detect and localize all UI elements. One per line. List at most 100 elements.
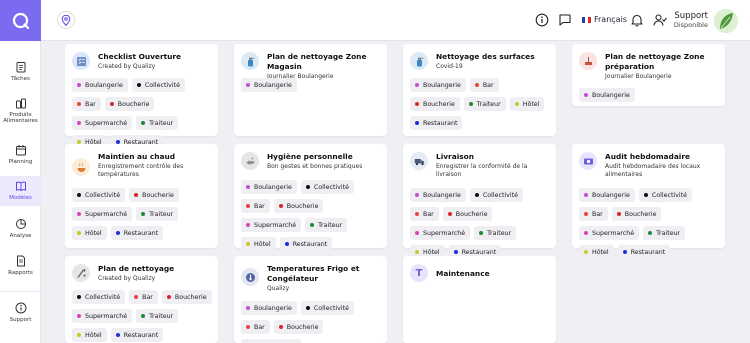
tag-color-dot [136, 83, 141, 87]
tag-chip: Traiteur [136, 309, 179, 323]
tag-chip: Boulangerie [579, 88, 635, 102]
tag-label: Collectivité [85, 191, 121, 199]
support-name: Support [674, 11, 708, 21]
sidebar-item-taches[interactable]: Tâches [0, 61, 41, 82]
tag-color-dot [246, 223, 250, 227]
location-button[interactable] [57, 11, 75, 29]
sidebar-item-analyse[interactable]: Analyse [0, 218, 41, 239]
tag-chip: Bar [241, 320, 270, 334]
tag-chip: Boulangerie [410, 78, 466, 92]
card-subtitle: Qualizy [267, 284, 290, 292]
tag-color-dot [305, 306, 310, 310]
tag-label: Bar [254, 323, 265, 331]
tag-chip: Collectivité [72, 290, 126, 304]
location-pin-icon [61, 14, 71, 26]
card-subtitle: Audit hebdomadaire des locaux alimentair… [605, 162, 701, 178]
tag-label: Boulangerie [254, 304, 292, 312]
tag-label: Traiteur [656, 229, 681, 237]
tag-label: Traiteur [318, 221, 343, 229]
sidebar-item-modeles[interactable]: Modèles [0, 176, 41, 206]
tag-label: Collectivité [85, 293, 121, 301]
tag-color-dot [415, 121, 419, 125]
tag-label: Hôtel [254, 240, 271, 248]
tag-chip: Boucherie [161, 290, 212, 304]
avatar[interactable] [714, 9, 738, 33]
tag-label: Supermarché [592, 229, 635, 237]
tag-chip: Boucherie [104, 97, 155, 111]
card-icon-wrap [579, 152, 597, 170]
tag-color-dot [77, 314, 81, 318]
tag-list: Boulangerie Collectivité Bar Boucherie Super… [579, 188, 721, 259]
sidebar-item-support[interactable]: Support [0, 302, 41, 323]
info-circle-icon[interactable] [535, 13, 549, 27]
qualizy-logo-icon [12, 12, 29, 29]
tag-label: Traiteur [149, 312, 174, 320]
tag-color-dot [479, 231, 484, 235]
tag-color-dot [246, 83, 250, 87]
top-bar: Français Support Disponible [41, 0, 750, 41]
tag-chip: Traiteur [474, 226, 517, 240]
tag-label: Bar [85, 100, 96, 108]
template-card[interactable]: Plan de nettoyage Zone préparation Journa… [572, 44, 725, 106]
card-icon-wrap [72, 264, 90, 282]
sidebar-item-planning[interactable]: Planning [0, 144, 41, 165]
tag-color-dot [622, 250, 627, 254]
template-card[interactable]: Nettoyage des surfaces Covid-19 Boulanger… [403, 44, 556, 136]
template-card[interactable]: Hygiène personnelle Bon gestes et bonnes … [234, 144, 387, 251]
tag-chip: Boucherie [273, 320, 324, 334]
template-card[interactable]: Temperatures Frigo et Congélateur Qualizy… [234, 256, 387, 343]
tag-label: Boulangerie [423, 191, 461, 199]
card-title: Temperatures Frigo et Congélateur [267, 264, 360, 283]
card-subtitle: Covid-19 [436, 62, 463, 70]
card-icon-wrap [72, 52, 90, 70]
tag-chip: Boulangerie [241, 78, 297, 92]
tag-label: Supermarché [85, 210, 128, 218]
tag-color-dot [584, 231, 588, 235]
chat-icon[interactable] [558, 13, 572, 27]
tag-color-dot [310, 223, 315, 227]
card-title: Livraison [436, 152, 474, 161]
tag-color-dot [77, 83, 81, 87]
sidebar-item-label: Analyse [9, 233, 32, 239]
tag-color-dot [166, 295, 171, 299]
template-card[interactable]: Plan de nettoyage Created by Qualizy Coll… [65, 256, 218, 343]
bell-icon[interactable] [630, 13, 644, 27]
tag-label: Collectivité [313, 304, 349, 312]
sidebar-item-label: Modèles [9, 195, 32, 201]
tag-color-dot [584, 250, 588, 254]
card-icon-wrap [241, 268, 259, 286]
template-card[interactable]: Checklist Ouverture Created by Qualizy Bo… [65, 44, 218, 149]
card-subtitle: Enregistrement contrôle des températures [98, 162, 184, 178]
template-card[interactable]: Audit hebdomadaire Audit hebdomadaire des… [572, 144, 725, 259]
tag-color-dot [584, 193, 588, 197]
sidebar-item-produits-alimentaires[interactable]: Produits Alimentaires [0, 97, 41, 125]
template-card[interactable]: Maintien au chaud Enregistrement contrôle… [65, 144, 218, 248]
user-check-icon[interactable] [653, 13, 667, 27]
tag-color-dot [648, 231, 653, 235]
tag-color-dot [643, 193, 648, 197]
calendar-icon [15, 145, 26, 156]
tag-color-dot [115, 231, 120, 235]
tag-label: Bar [423, 210, 434, 218]
template-card[interactable]: Livraison Enregistrer la conformité de la… [403, 144, 556, 259]
tag-label: Collectivité [482, 191, 518, 199]
sidebar-item-rapports[interactable]: Rapports [0, 255, 41, 276]
tag-label: Restaurant [123, 331, 159, 339]
tag-color-dot [77, 102, 81, 106]
app-logo[interactable] [0, 0, 41, 41]
tag-label: Supermarché [85, 119, 128, 127]
card-icon-wrap [72, 158, 90, 176]
support-user[interactable]: Support Disponible [674, 11, 708, 29]
card-title: Plan de nettoyage Zone préparation [605, 52, 705, 71]
tag-color-dot [415, 102, 419, 106]
language-selector[interactable]: Français [582, 15, 627, 24]
tag-label: Boucherie [142, 191, 174, 199]
tag-chip: Supermarché [241, 218, 302, 232]
tag-chip: Collectivité [131, 78, 185, 92]
tag-chip: Boulangerie [241, 180, 297, 194]
template-card[interactable]: T Maintenance [403, 256, 556, 343]
tag-label: Boucherie [423, 100, 455, 108]
template-card[interactable]: Plan de nettoyage Zone Magasin Journalier… [234, 44, 387, 136]
leaf-avatar-icon [714, 9, 738, 33]
tag-chip: Bar [72, 97, 101, 111]
